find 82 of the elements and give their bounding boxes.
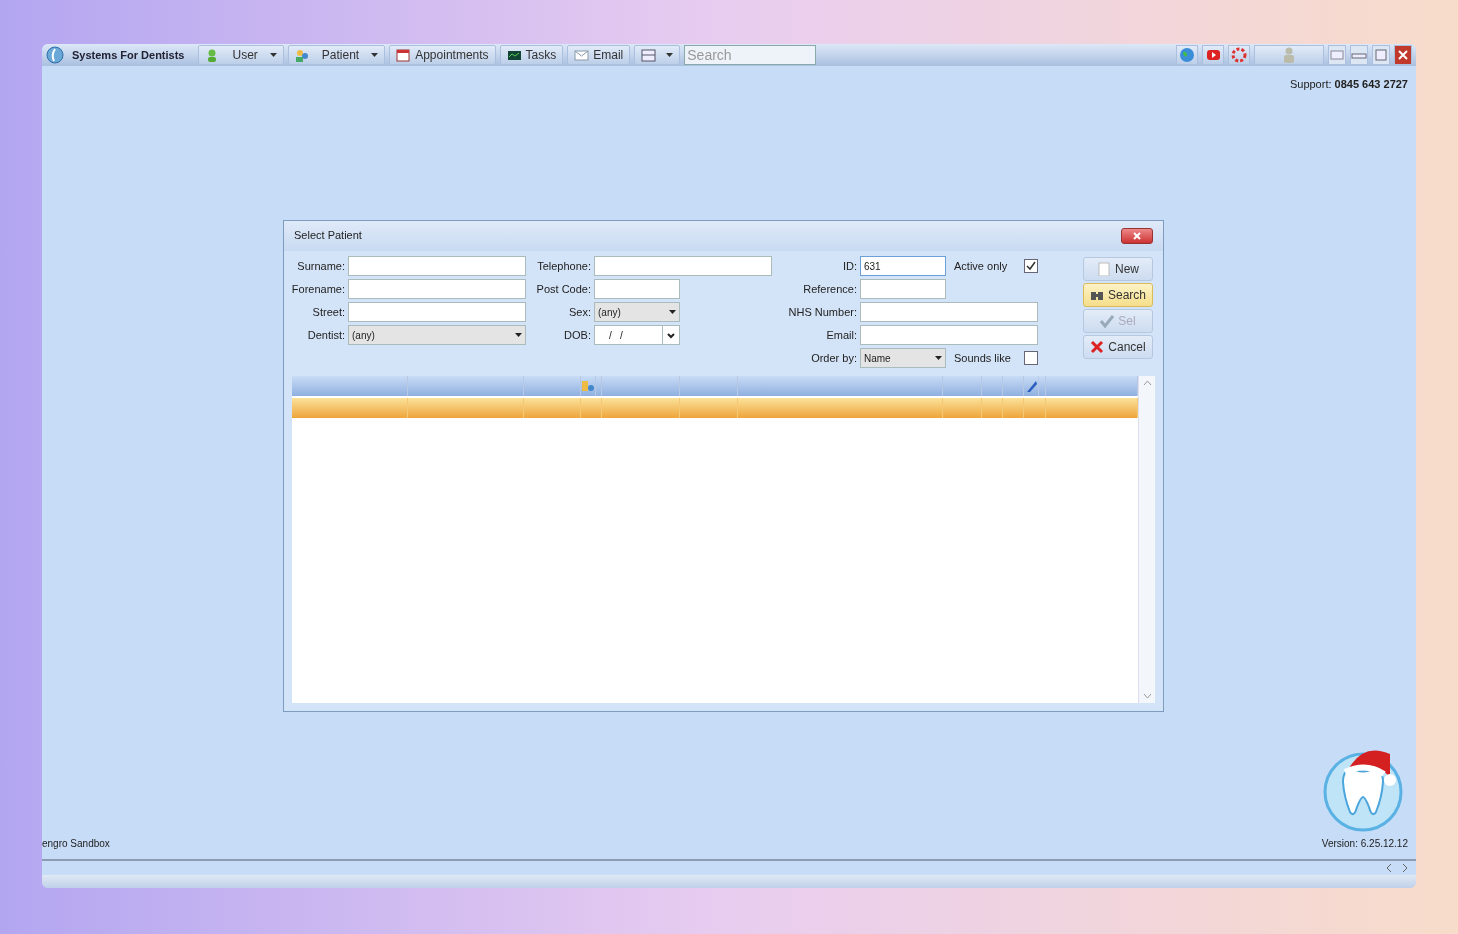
field-label: Surname: <box>296 258 346 274</box>
text-field[interactable] <box>594 256 772 276</box>
practice-name: engro Sandbox <box>42 836 110 851</box>
text-field[interactable]: 631 <box>860 256 946 276</box>
caret-icon <box>666 53 674 57</box>
field-label: Post Code: <box>536 281 592 297</box>
support-number: 0845 643 2727 <box>1334 77 1408 92</box>
video-play-icon <box>1205 47 1221 63</box>
dropdown-field[interactable]: Name <box>860 348 946 368</box>
app-title: Systems For Dentists <box>72 47 185 63</box>
layout-dropdown-button[interactable] <box>634 45 681 65</box>
field-label: Forename: <box>290 281 346 297</box>
search-field[interactable]: Search <box>684 45 817 65</box>
field-label: Sex: <box>568 304 592 320</box>
caret-icon <box>935 356 942 360</box>
menu-button[interactable]: Tasks <box>499 45 564 65</box>
scroll-left-icon[interactable] <box>1386 863 1392 872</box>
text-field[interactable] <box>860 279 946 299</box>
window-icon <box>641 47 657 63</box>
version-text: Version: 6.25.12.12 <box>1321 836 1408 851</box>
support-label: Support: <box>1289 77 1332 92</box>
text-field[interactable] <box>348 302 526 322</box>
dialog-title: Select Patient <box>294 228 362 244</box>
person-icon <box>1281 47 1297 63</box>
cross-icon <box>1090 339 1105 354</box>
lifebuoy-button[interactable] <box>1228 45 1250 65</box>
scroll-right-icon[interactable] <box>1402 863 1408 872</box>
lifebuoy-icon <box>1231 47 1247 63</box>
scroll-up-icon <box>1142 379 1152 386</box>
new-button[interactable]: New <box>1083 256 1153 281</box>
envelope-icon <box>574 47 590 63</box>
app-logo-icon <box>46 46 64 64</box>
caret-icon <box>515 333 522 337</box>
cancel-button[interactable]: Cancel <box>1083 334 1153 359</box>
checkbox-label: Active only <box>954 258 1009 274</box>
close-icon <box>1132 230 1142 241</box>
maximize-icon <box>1373 47 1389 63</box>
field-label: Order by: <box>810 350 858 366</box>
caret-icon <box>269 53 277 57</box>
menu-button[interactable]: Email <box>567 45 631 65</box>
brush-icon <box>1024 375 1039 396</box>
field-label: Email: <box>825 327 858 343</box>
text-field[interactable] <box>594 279 680 299</box>
person-button[interactable] <box>1254 45 1324 65</box>
field-label: NHS Number: <box>787 304 858 320</box>
close-button[interactable] <box>1394 45 1412 65</box>
restore-window-button[interactable] <box>1328 45 1346 65</box>
field-label: Telephone: <box>536 258 592 274</box>
caret-icon <box>669 310 676 314</box>
checkbox[interactable] <box>1024 259 1038 273</box>
restore-window-icon <box>1329 47 1345 63</box>
menu-button[interactable]: Appointments <box>389 45 496 65</box>
close-button[interactable] <box>1121 227 1153 244</box>
checkbox[interactable] <box>1024 351 1038 365</box>
caret-icon <box>371 53 379 57</box>
scroll-down-icon <box>1142 692 1152 699</box>
menu-button[interactable]: User <box>198 45 284 65</box>
text-field[interactable] <box>860 325 1038 345</box>
text-field[interactable] <box>860 302 1038 322</box>
globe-icon <box>1179 47 1195 63</box>
video-play-button[interactable] <box>1202 45 1224 65</box>
page-icon <box>1097 261 1111 276</box>
field-label: Reference: <box>802 281 858 297</box>
field-label: Dentist: <box>306 327 346 343</box>
date-field[interactable]: / / <box>594 325 680 345</box>
vertical-scrollbar[interactable] <box>1138 375 1155 703</box>
field-label: Street: <box>311 304 346 320</box>
field-label: ID: <box>841 258 858 274</box>
calendar-icon <box>396 47 412 63</box>
dropdown-field[interactable]: (any) <box>594 302 680 322</box>
search-button[interactable]: Search <box>1083 282 1153 307</box>
dropdown-field[interactable]: (any) <box>348 325 526 345</box>
patients-icon <box>294 47 310 63</box>
globe-button[interactable] <box>1176 45 1198 65</box>
menu-button[interactable]: Patient <box>287 45 386 65</box>
checkmark-icon <box>1100 313 1115 328</box>
field-label: DOB: <box>563 327 592 343</box>
text-field[interactable] <box>348 279 526 299</box>
minimize-button[interactable] <box>1350 45 1368 65</box>
patients-icon <box>581 375 596 396</box>
text-field[interactable] <box>348 256 526 276</box>
checkbox-label: Sounds like <box>954 350 1012 366</box>
